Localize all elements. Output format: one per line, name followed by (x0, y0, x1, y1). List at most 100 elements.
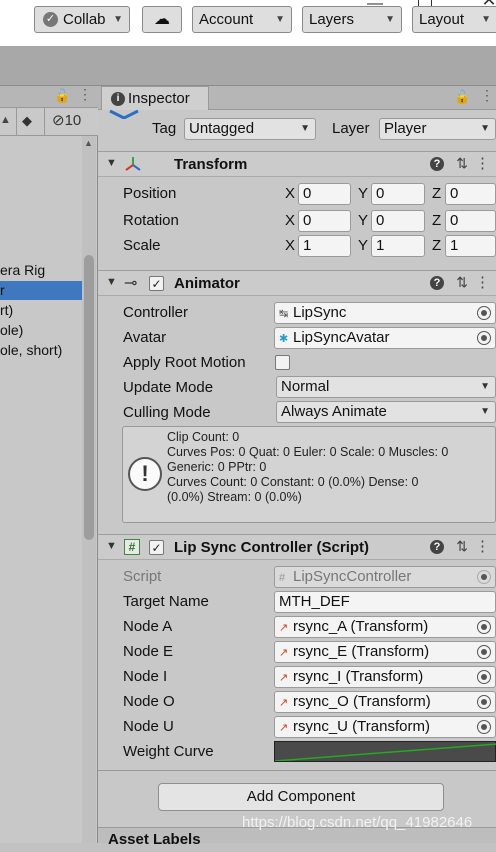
scale-z-field[interactable]: 1 (445, 235, 496, 257)
hierarchy-item-label: ole, short) (0, 342, 63, 358)
layers-button[interactable]: Layers ▼ (302, 6, 402, 33)
weight-curve-label: Weight Curve (123, 743, 214, 760)
hierarchy-item[interactable]: rt) (0, 301, 82, 320)
node-e-field[interactable]: ↗ rsync_E (Transform) (274, 641, 496, 663)
info-warning-icon: ! (128, 457, 162, 491)
script-field: # LipSyncController (274, 566, 496, 588)
position-label: Position (123, 185, 177, 202)
node-i-value: rsync_I (Transform) (293, 668, 424, 685)
hierarchy-item-label: era Rig (0, 262, 46, 278)
node-a-value: rsync_A (Transform) (293, 618, 429, 635)
hierarchy-scroll-thumb[interactable] (84, 255, 94, 540)
dropdown-arrow-icon[interactable]: ▲ (0, 114, 11, 126)
account-button[interactable]: Account ▼ (192, 6, 292, 33)
more-menu-icon[interactable]: ⋮ (475, 537, 490, 555)
node-a-field[interactable]: ↗ rsync_A (Transform) (274, 616, 496, 638)
lipsync-enabled-checkbox[interactable]: ✓ (149, 540, 164, 555)
hierarchy-item[interactable]: ole, short) (0, 341, 82, 360)
transform-icon (124, 155, 142, 177)
axis-y-label: Y (358, 237, 369, 254)
more-menu-icon[interactable]: ⋮ (480, 87, 494, 104)
more-menu-icon[interactable]: ⋮ (78, 86, 92, 103)
collab-button[interactable]: ✓ Collab ▼ (34, 6, 130, 33)
more-menu-icon[interactable]: ⋮ (475, 273, 490, 291)
scale-x-field[interactable]: 1 (298, 235, 351, 257)
node-o-value: rsync_O (Transform) (293, 693, 431, 710)
object-picker-icon[interactable] (477, 720, 491, 734)
position-y-field[interactable]: 0 (371, 183, 425, 205)
dropdown-arrow-icon: ▼ (481, 14, 491, 25)
target-name-field[interactable]: MTH_DEF (274, 591, 496, 613)
animator-enabled-checkbox[interactable]: ✓ (149, 276, 164, 291)
apply-root-motion-label: Apply Root Motion (123, 354, 246, 371)
scroll-up-icon[interactable]: ▲ (84, 138, 93, 148)
scale-y-field[interactable]: 1 (371, 235, 425, 257)
hierarchy-item[interactable]: ole) (0, 321, 82, 340)
tab-inspector-label: Inspector (128, 90, 190, 107)
position-z-field[interactable]: 0 (445, 183, 496, 205)
tag-dropdown[interactable]: Untagged ▼ (184, 118, 316, 140)
dropdown-arrow-icon: ▼ (275, 14, 285, 25)
node-u-field[interactable]: ↗ rsync_U (Transform) (274, 716, 496, 738)
animator-header[interactable]: ▼ ⊸ ✓ Animator ? ⇅ ⋮ (98, 270, 496, 296)
avatar-field[interactable]: ✱ LipSyncAvatar (274, 327, 496, 349)
dropdown-arrow-icon: ▼ (480, 123, 490, 134)
cloud-button[interactable]: ☁ (142, 6, 182, 33)
preset-icon[interactable]: ⇅ (456, 155, 468, 172)
object-picker-icon[interactable] (477, 670, 491, 684)
hierarchy-item-selected[interactable]: r (0, 281, 82, 300)
foldout-arrow-icon[interactable]: ▼ (106, 157, 117, 169)
axis-y-label: Y (358, 185, 369, 202)
tag-icon[interactable]: ◆ (22, 113, 32, 129)
lipsync-header[interactable]: ▼ # ✓ Lip Sync Controller (Script) ? ⇅ ⋮ (98, 534, 496, 560)
avatar-icon: ✱ (279, 333, 289, 345)
foldout-arrow-icon[interactable]: ▼ (106, 540, 117, 552)
add-component-button[interactable]: Add Component (158, 783, 444, 811)
rotation-z-field[interactable]: 0 (445, 210, 496, 232)
account-label: Account (199, 11, 254, 28)
culling-mode-dropdown[interactable]: Always Animate ▼ (276, 401, 496, 423)
preset-icon[interactable]: ⇅ (456, 274, 468, 291)
object-picker-icon[interactable] (477, 695, 491, 709)
object-picker-icon[interactable] (477, 645, 491, 659)
lock-icon[interactable]: 🔓 (54, 88, 70, 104)
layer-dropdown[interactable]: Player ▼ (379, 118, 496, 140)
help-icon[interactable]: ? (430, 157, 444, 171)
axis-z-label: Z (432, 212, 442, 229)
hierarchy-item[interactable]: era Rig (0, 261, 82, 280)
avatar-label: Avatar (123, 329, 167, 346)
hidden-count-label: 10 (64, 112, 82, 129)
foldout-arrow-icon[interactable]: ▼ (106, 276, 117, 288)
script-value: LipSyncController (293, 568, 412, 585)
script-label: Script (123, 568, 162, 585)
node-u-label: Node U (123, 718, 174, 735)
object-picker-icon[interactable] (477, 620, 491, 634)
dropdown-arrow-icon: ▼ (385, 14, 395, 25)
help-icon[interactable]: ? (430, 540, 444, 554)
object-picker-icon[interactable] (477, 331, 491, 345)
apply-root-motion-checkbox[interactable] (275, 355, 290, 370)
rotation-y-field[interactable]: 0 (371, 210, 425, 232)
axis-x-label: X (285, 237, 296, 254)
node-o-field[interactable]: ↗ rsync_O (Transform) (274, 691, 496, 713)
controller-value: LipSync (293, 304, 347, 321)
layout-button[interactable]: Layout ▼ (412, 6, 496, 33)
preset-icon[interactable]: ⇅ (456, 538, 468, 555)
position-x-field[interactable]: 0 (298, 183, 351, 205)
more-menu-icon[interactable]: ⋮ (475, 154, 490, 172)
tag-value: Untagged (189, 120, 255, 137)
axis-x-label: X (285, 212, 296, 229)
help-icon[interactable]: ? (430, 276, 444, 290)
transform-header[interactable]: ▼ Transform ? ⇅ ⋮ (98, 151, 496, 177)
weight-curve-field[interactable] (274, 741, 496, 762)
node-i-field[interactable]: ↗ rsync_I (Transform) (274, 666, 496, 688)
object-picker-icon[interactable] (477, 306, 491, 320)
rotation-x-field[interactable]: 0 (298, 210, 351, 232)
hidden-count[interactable]: ⊘10 (52, 111, 81, 129)
controller-field[interactable]: ↹ LipSync (274, 302, 496, 324)
lock-icon[interactable]: 🔓 (454, 89, 470, 105)
hierarchy-item-label: ole) (0, 322, 24, 338)
transform-icon: ↗ (279, 647, 289, 659)
main-toolbar (0, 46, 496, 86)
update-mode-dropdown[interactable]: Normal ▼ (276, 376, 496, 398)
